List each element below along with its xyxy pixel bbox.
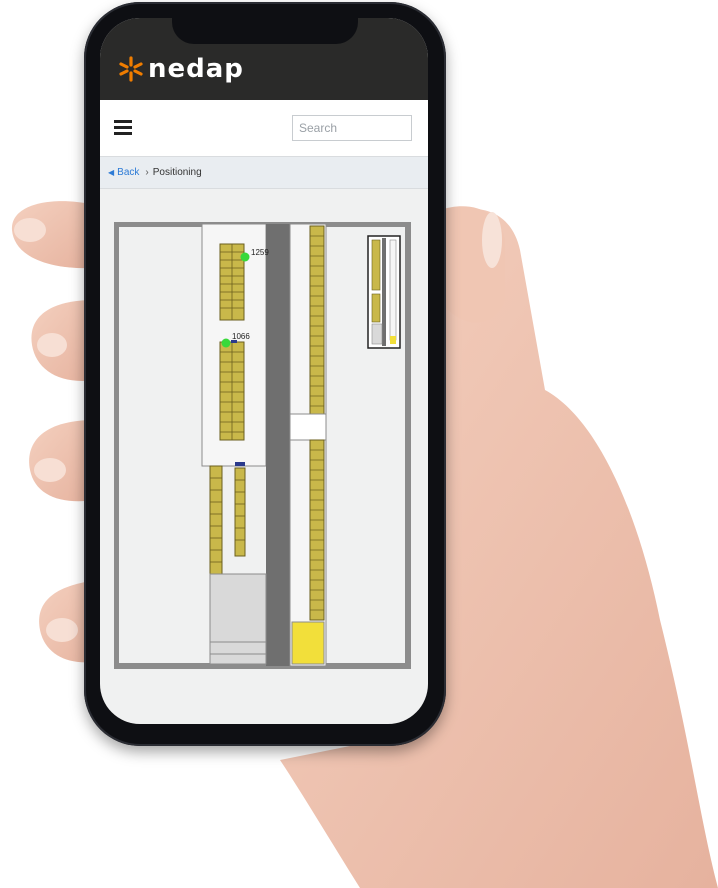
phone-notch xyxy=(172,12,358,44)
checkout-area xyxy=(209,573,267,665)
shelf-block-1 xyxy=(219,243,245,321)
breadcrumb: ◀ Back › Positioning xyxy=(100,157,428,189)
back-link[interactable]: Back xyxy=(117,167,139,178)
star-icon xyxy=(119,56,143,82)
shelf-block-5 xyxy=(309,225,325,415)
breadcrumb-current: Positioning xyxy=(152,167,202,178)
shelf-block-4 xyxy=(234,462,246,557)
chevron-right-icon: › xyxy=(145,167,149,178)
phone-screen: nedap ◀ Back › Positioning xyxy=(100,18,428,724)
nedap-logo[interactable]: nedap xyxy=(118,54,244,84)
cross-aisle xyxy=(289,413,327,441)
marker-label: 1066 xyxy=(232,332,250,341)
brand-name: nedap xyxy=(148,54,244,84)
shelf-block-6 xyxy=(309,439,325,621)
hamburger-menu-icon[interactable] xyxy=(114,120,132,136)
shelf-block-3 xyxy=(209,465,223,575)
store-floor-map[interactable]: 1259 1066 xyxy=(114,222,412,670)
top-toolbar xyxy=(100,100,428,157)
minimap[interactable] xyxy=(367,235,401,349)
shelf-block-2 xyxy=(219,341,245,441)
entrance-zone xyxy=(291,621,325,665)
chevron-left-icon: ◀ xyxy=(108,168,115,177)
search-input[interactable] xyxy=(292,115,412,141)
marker-label: 1259 xyxy=(251,248,269,257)
central-aisle xyxy=(266,224,290,666)
